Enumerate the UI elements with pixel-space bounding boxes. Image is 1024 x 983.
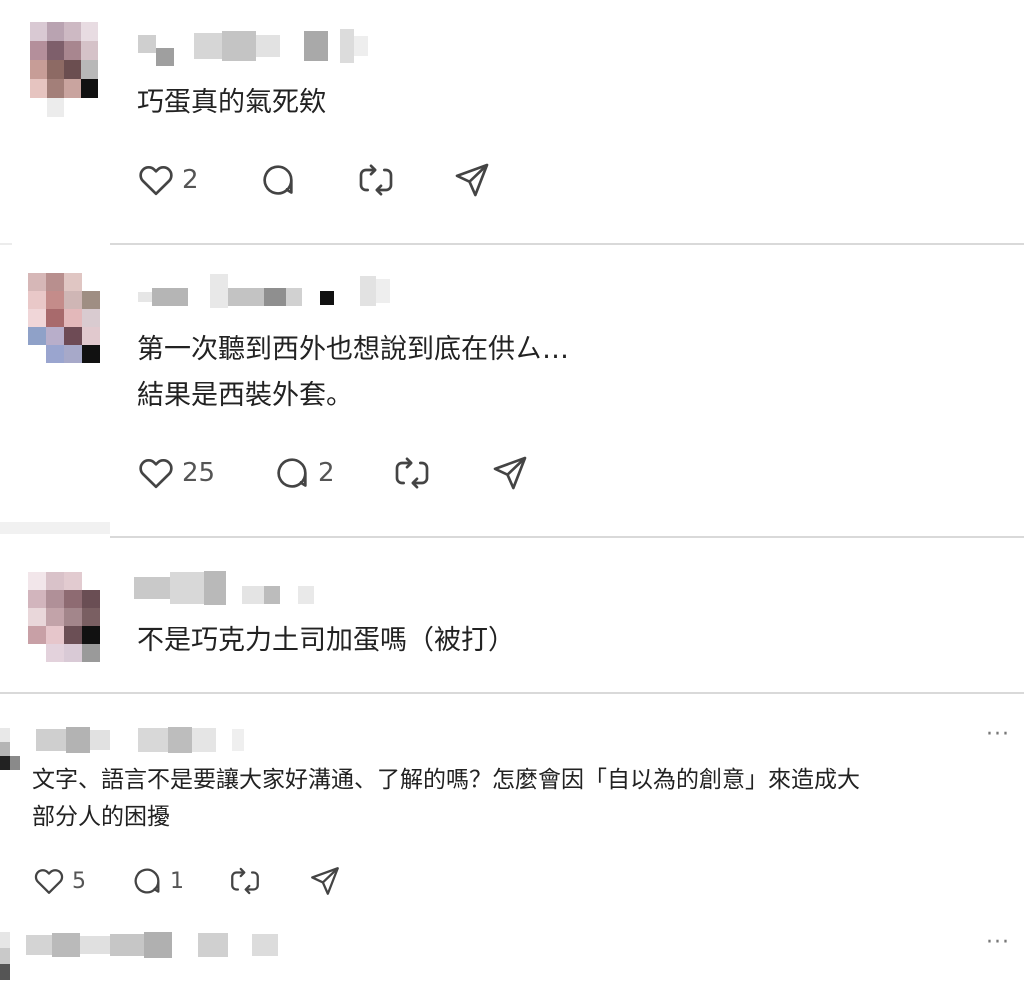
post-text-line: 文字、語言不是要讓大家好溝通、了解的嗎？怎麼會因「自以為的創意」來造成大 (32, 767, 860, 793)
repost-icon (231, 867, 259, 895)
repost-button[interactable] (356, 160, 452, 200)
post-text-line: 不是巧克力土司加蛋嗎（被打） (137, 625, 515, 656)
reply-button[interactable]: 2 (272, 453, 392, 493)
send-icon (455, 163, 489, 197)
like-button[interactable]: 5 (32, 864, 130, 898)
action-bar: 5 1 (32, 864, 342, 898)
avatar[interactable] (0, 728, 20, 770)
share-button[interactable] (452, 160, 492, 200)
heart-icon (139, 166, 173, 196)
avatar[interactable] (28, 572, 100, 662)
username-blurred[interactable] (138, 20, 368, 72)
action-bar: 25 2 (136, 453, 530, 493)
post-text-line: 第一次聽到西外也想說到底在供ㄙ… (137, 334, 569, 365)
username-blurred[interactable] (26, 930, 278, 960)
post-text: 不是巧克力土司加蛋嗎（被打） (137, 618, 515, 664)
heart-icon (34, 869, 64, 894)
post-text-line: 部分人的困擾 (32, 804, 170, 830)
share-button[interactable] (490, 453, 530, 493)
comment-bubble-icon (134, 868, 160, 894)
reply-count: 2 (318, 458, 335, 488)
like-count: 2 (182, 165, 199, 195)
reply-post: 不是巧克力土司加蛋嗎（被打） (0, 538, 1024, 694)
more-options-button[interactable]: ··· (986, 930, 1010, 955)
reply-count: 1 (170, 868, 184, 894)
reply-post: 巧蛋真的氣死欸 2 (0, 0, 1024, 245)
username-blurred[interactable] (36, 724, 244, 756)
username-blurred[interactable] (134, 568, 314, 608)
username-blurred[interactable] (138, 271, 390, 311)
reply-button[interactable]: 1 (130, 864, 228, 898)
like-count: 25 (182, 458, 216, 488)
heart-icon (139, 459, 173, 489)
more-options-button[interactable]: ··· (986, 722, 1010, 747)
share-button[interactable] (308, 864, 342, 898)
post-text: 文字、語言不是要讓大家好溝通、了解的嗎？怎麼會因「自以為的創意」來造成大 部分人… (32, 762, 860, 836)
avatar[interactable] (0, 932, 10, 980)
reply-button[interactable] (258, 160, 356, 200)
reply-post: ··· (0, 926, 1024, 983)
repost-icon (359, 164, 393, 196)
post-text-line: 結果是西裝外套。 (137, 380, 353, 411)
send-icon (493, 456, 527, 490)
like-count: 5 (72, 868, 86, 894)
repost-button[interactable] (228, 864, 308, 898)
reply-post: ··· 文字、語言不是要讓大家好溝通、了解的嗎？怎麼會因「自以為的創意」來造成大… (0, 694, 1024, 926)
action-bar: 2 (136, 160, 492, 200)
post-text-line: 巧蛋真的氣死欸 (137, 87, 326, 118)
repost-button[interactable] (392, 453, 490, 493)
avatar[interactable] (30, 22, 98, 117)
comment-bubble-icon (263, 165, 293, 195)
reply-post: 第一次聽到西外也想說到底在供ㄙ… 結果是西裝外套。 25 2 (0, 245, 1024, 537)
like-button[interactable]: 25 (136, 453, 272, 493)
post-divider (0, 522, 110, 534)
post-text: 巧蛋真的氣死欸 (137, 80, 326, 126)
post-text: 第一次聽到西外也想說到底在供ㄙ… 結果是西裝外套。 (137, 327, 569, 419)
avatar[interactable] (28, 273, 100, 363)
repost-icon (395, 457, 429, 489)
comment-bubble-icon (277, 458, 307, 488)
send-icon (311, 867, 339, 895)
like-button[interactable]: 2 (136, 160, 258, 200)
